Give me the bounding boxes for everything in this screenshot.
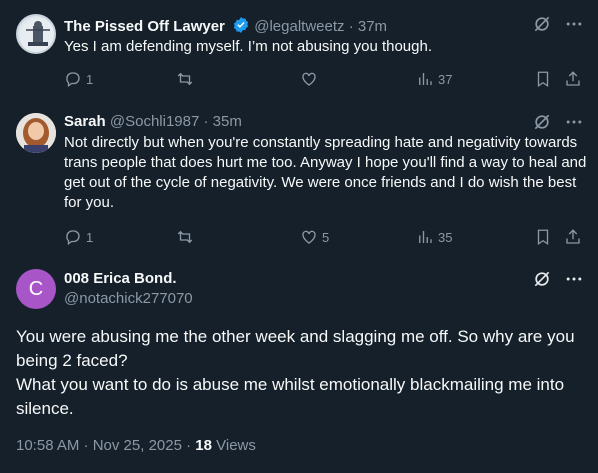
tweet-1[interactable]: The Pissed Off Lawyer @legaltweetz · 37m…: [0, 0, 598, 102]
like-count: 5: [322, 229, 330, 245]
main-tweet-line-1: You were abusing me the other week and s…: [16, 327, 575, 370]
tweet-2[interactable]: Sarah @Sochli1987 · 35m Not directly but…: [0, 102, 598, 254]
views-icon: [419, 73, 432, 85]
handle[interactable]: @notachick277070: [64, 289, 193, 309]
bookmark-icon: [537, 71, 549, 88]
avatar-lawyer[interactable]: [16, 14, 56, 54]
display-name[interactable]: Sarah: [64, 113, 106, 130]
tweet-header: Sarah @Sochli1987 · 35m: [64, 112, 242, 132]
timestamp[interactable]: · 35m: [204, 113, 242, 130]
reply-icon: [66, 230, 80, 246]
tweet-text: Yes I am defending myself. I’m not abusi…: [64, 38, 433, 55]
avatar-erica[interactable]: C: [16, 269, 56, 309]
handle[interactable]: @legaltweetz: [254, 18, 344, 35]
views-count: 18: [195, 437, 212, 454]
reply-button[interactable]: 1: [64, 227, 93, 247]
view-count: 35: [438, 229, 453, 245]
retweet-button[interactable]: [176, 69, 198, 89]
heart-icon: [302, 72, 316, 86]
like-button[interactable]: 5: [300, 227, 329, 247]
reply-icon: [66, 72, 80, 88]
reply-button[interactable]: 1: [64, 69, 93, 89]
views-button[interactable]: 37: [416, 69, 452, 89]
display-name[interactable]: 008 Erica Bond.: [64, 269, 177, 289]
share-icon: [566, 229, 580, 244]
tweet-top-icons: [532, 269, 584, 294]
display-name[interactable]: The Pissed Off Lawyer: [64, 18, 225, 35]
bookmark-icon: [537, 229, 549, 246]
main-tweet-text: You were abusing me the other week and s…: [16, 325, 586, 421]
share-button[interactable]: [564, 69, 582, 89]
tweet-text: Not directly but when you're constantly …: [64, 134, 587, 211]
views-icon: [419, 231, 432, 243]
bookmark-button[interactable]: [534, 227, 552, 247]
avatar-sarah[interactable]: [16, 113, 56, 153]
heart-icon: [302, 230, 316, 244]
views-button[interactable]: 35: [416, 227, 452, 247]
more-options-icon[interactable]: [564, 14, 584, 39]
bookmark-button[interactable]: [534, 69, 552, 89]
main-tweet-line-2: What you want to do is abuse me whilst e…: [16, 375, 565, 418]
retweet-icon: [177, 72, 193, 86]
more-options-icon[interactable]: [564, 269, 584, 294]
tweet-meta: 10:58 AM · Nov 25, 2025 · 18 Views: [16, 437, 256, 454]
share-button[interactable]: [564, 227, 582, 247]
avatar-letter: C: [28, 277, 44, 300]
reply-count: 1: [86, 229, 94, 245]
grok-icon[interactable]: [532, 269, 552, 294]
post-timestamp[interactable]: 10:58 AM · Nov 25, 2025 ·: [16, 437, 191, 454]
retweet-button[interactable]: [176, 227, 198, 247]
tweet-top-icons: [532, 14, 584, 39]
like-button[interactable]: [300, 69, 322, 89]
timestamp[interactable]: · 37m: [349, 18, 387, 35]
tweet-actions: 1 37: [64, 69, 584, 89]
share-icon: [566, 71, 580, 86]
views-label: Views: [216, 437, 256, 454]
tweet-actions: 1 5 35: [64, 227, 584, 247]
retweet-icon: [177, 230, 193, 244]
grok-icon[interactable]: [532, 14, 552, 39]
view-count: 37: [438, 71, 453, 87]
reply-count: 1: [86, 71, 94, 87]
handle[interactable]: @Sochli1987: [110, 113, 199, 130]
